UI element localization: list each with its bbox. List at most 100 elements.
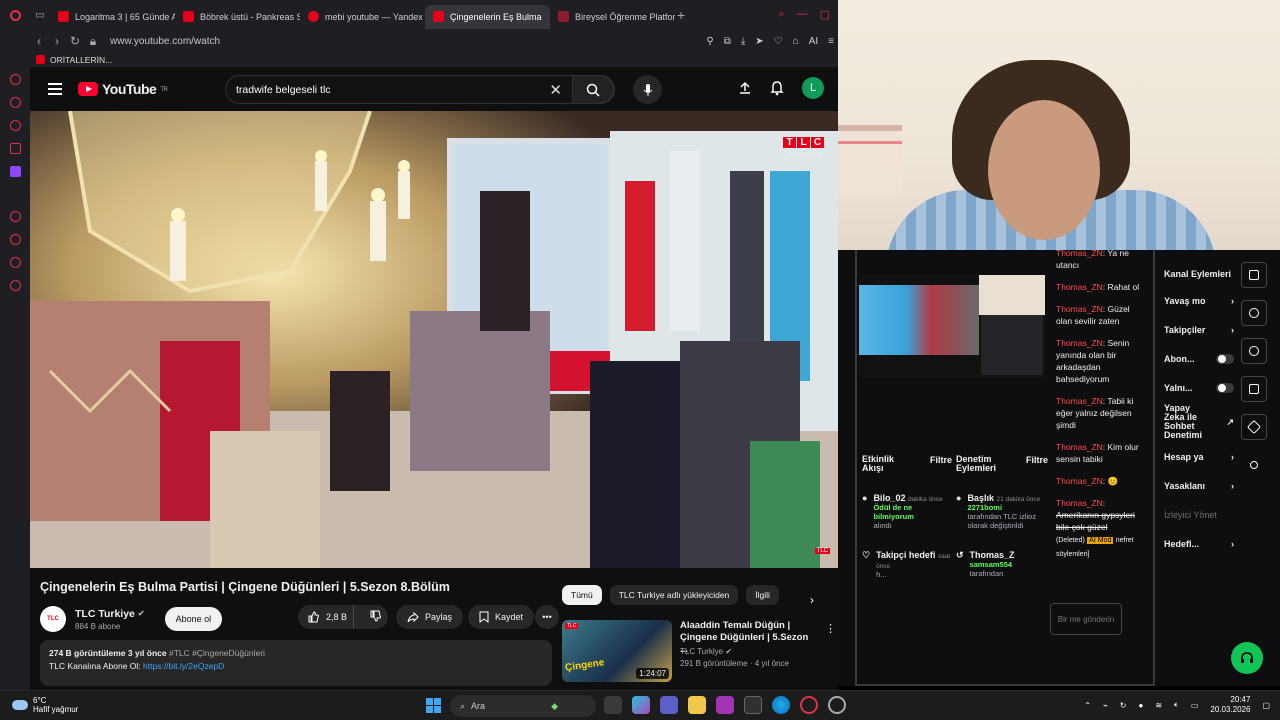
notification-icon[interactable]: ▢ bbox=[1262, 701, 1270, 710]
reload-icon[interactable]: ↻ bbox=[66, 34, 84, 48]
youtube-logo[interactable]: YouTube TR bbox=[78, 81, 168, 97]
related-video-channel[interactable]: TLC Turkiye ✔ bbox=[680, 647, 732, 656]
browser-tab-active[interactable]: Çingenelerin Eş Bulma bbox=[425, 4, 550, 29]
file-explorer-icon[interactable] bbox=[688, 696, 706, 714]
copilot-icon[interactable] bbox=[632, 696, 650, 714]
extensions-button[interactable] bbox=[1241, 452, 1267, 478]
related-video[interactable]: TLC Çingene 1:24:07 Alaaddin Temalı Düğü… bbox=[562, 620, 836, 682]
pin-icon[interactable]: ⚲ bbox=[706, 36, 713, 47]
banned-users-item[interactable]: Yasaklanı › bbox=[1164, 471, 1234, 500]
messenger-icon[interactable] bbox=[9, 97, 21, 108]
viewer-management-item[interactable]: İzleyici Yönet bbox=[1164, 500, 1234, 529]
stream-preview[interactable] bbox=[859, 275, 1045, 379]
more-actions-button[interactable]: ••• bbox=[535, 605, 559, 629]
send-icon[interactable]: ➤ bbox=[755, 36, 763, 47]
search-tabs-icon[interactable]: ⌕ bbox=[778, 8, 784, 21]
maximize-icon[interactable]: ▢ bbox=[820, 8, 830, 21]
chevron-right-icon[interactable]: › bbox=[810, 593, 814, 607]
search-input[interactable]: tradwife belgeseli tlc ✕ bbox=[225, 75, 615, 104]
teams-icon[interactable] bbox=[660, 696, 678, 714]
menu-icon[interactable]: ≡ bbox=[828, 36, 834, 47]
tab-list-icon[interactable]: ▭ bbox=[30, 10, 50, 21]
ai-moderation-item[interactable]: Yapay Zeka ile Sohbet Denetimi ↗ bbox=[1164, 402, 1234, 442]
chat-message[interactable]: Thomas_ZN: Rahat ol bbox=[1056, 281, 1148, 293]
minimize-icon[interactable]: — bbox=[797, 8, 808, 21]
windows-start-icon[interactable] bbox=[426, 698, 441, 713]
broadcast-button[interactable] bbox=[1241, 338, 1267, 364]
forward-icon[interactable]: › bbox=[48, 34, 66, 48]
channel-name[interactable]: TLC Turkiye ✔ bbox=[75, 608, 145, 620]
description-link[interactable]: https://bit.ly/2eQzepD bbox=[143, 661, 224, 671]
slow-mode-item[interactable]: Yavaş mo › bbox=[1164, 286, 1234, 315]
edge-icon[interactable] bbox=[772, 696, 790, 714]
channel-avatar[interactable]: TLC bbox=[40, 606, 66, 632]
url-field[interactable]: www.youtube.com/watch bbox=[110, 36, 220, 47]
goals-item[interactable]: Hedefl... › bbox=[1164, 529, 1234, 558]
bookmark-item[interactable]: ORİTALLERİN... bbox=[50, 55, 112, 65]
share-button[interactable]: Paylaş bbox=[396, 605, 464, 629]
emote-only-toggle[interactable] bbox=[1216, 382, 1234, 393]
upload-icon[interactable] bbox=[738, 81, 752, 95]
extensions-icon[interactable] bbox=[9, 257, 21, 268]
save-button[interactable]: Kaydet bbox=[468, 605, 535, 629]
video-player[interactable]: TLC TLCTV.COM.TR TLC bbox=[30, 111, 842, 568]
browser-tab[interactable]: Logaritma 3 | 65 Günde AYT bbox=[50, 5, 175, 29]
instagram-icon[interactable] bbox=[9, 143, 21, 154]
tools-button[interactable] bbox=[1241, 414, 1267, 440]
subscribe-button[interactable]: Abone ol bbox=[164, 607, 223, 631]
followers-only-item[interactable]: Takipçiler › bbox=[1164, 315, 1234, 344]
wallet-icon[interactable]: ⌂ bbox=[793, 36, 799, 47]
chat-message[interactable]: Thomas_ZN: Kim olur sensin tabiki bbox=[1056, 441, 1148, 465]
chat-message[interactable]: Thomas_ZN: Tabii ki eğer yalnız değilsen… bbox=[1056, 395, 1148, 431]
chat-button[interactable] bbox=[1241, 300, 1267, 326]
related-video-thumbnail[interactable]: TLC Çingene 1:24:07 bbox=[562, 620, 672, 682]
kebab-menu-icon[interactable]: ⋮ bbox=[825, 622, 836, 635]
account-avatar[interactable]: L bbox=[802, 77, 824, 99]
chip-all[interactable]: Tümü bbox=[562, 585, 602, 605]
account-age-item[interactable]: Hesap ya › bbox=[1164, 442, 1234, 471]
sync-icon[interactable]: ↻ bbox=[1120, 701, 1127, 710]
opera-icon[interactable] bbox=[800, 696, 818, 714]
browser-tab[interactable]: mebi youtube — Yandex bbox=[300, 5, 425, 29]
aria-ai-button[interactable]: AI bbox=[809, 36, 818, 47]
dislike-button[interactable] bbox=[360, 610, 382, 624]
opera-gx-icon[interactable] bbox=[828, 696, 846, 714]
like-button[interactable]: 2,8 B bbox=[298, 605, 354, 629]
settings-icon[interactable] bbox=[9, 280, 21, 291]
snapshot-icon[interactable]: ⧉ bbox=[724, 36, 731, 47]
hamburger-menu-icon[interactable] bbox=[48, 83, 62, 95]
stream-settings-button[interactable] bbox=[1241, 376, 1267, 402]
download-icon[interactable]: ⤓ bbox=[741, 36, 745, 47]
network-icon[interactable]: ⌁ bbox=[1103, 701, 1108, 710]
description-box[interactable]: 274 B görüntüleme 3 yıl önce #TLC #Çinge… bbox=[40, 640, 552, 686]
modlog-filter-button[interactable]: Filtre bbox=[1026, 455, 1048, 465]
aria-icon[interactable] bbox=[9, 74, 21, 85]
opera-logo-icon[interactable] bbox=[0, 9, 30, 21]
back-icon[interactable]: ‹ bbox=[30, 34, 48, 48]
activity-filter-button[interactable]: Filtre bbox=[930, 455, 952, 465]
paint-icon[interactable] bbox=[716, 696, 734, 714]
emote-only-item[interactable]: Yalnı... bbox=[1164, 373, 1234, 402]
chip-related[interactable]: İlgili bbox=[746, 585, 779, 605]
clock[interactable]: 20:47 20.03.2026 bbox=[1210, 695, 1250, 715]
new-tab-icon[interactable]: + bbox=[677, 7, 685, 23]
weather-widget[interactable]: 6°C Hafif yağmur bbox=[12, 696, 78, 714]
task-view-icon[interactable] bbox=[604, 696, 622, 714]
heart-icon[interactable]: ♡ bbox=[774, 36, 783, 47]
chat-message[interactable]: Thomas_ZN: Güzel olan sevilir zaten bbox=[1056, 303, 1148, 327]
chip-from-uploader[interactable]: TLC Turkiye adlı yükleyiciden bbox=[609, 585, 739, 605]
activity-event[interactable]: ♡ Takipçi hedefi saat önce h... bbox=[862, 550, 952, 579]
wifi-icon[interactable]: ≋ bbox=[1155, 701, 1162, 710]
notifications-bell-icon[interactable] bbox=[770, 80, 784, 96]
chat-message[interactable]: Thomas_ZN: Ya ne utancı bbox=[1056, 247, 1148, 271]
clear-search-icon[interactable]: ✕ bbox=[549, 81, 562, 99]
modlog-event[interactable]: ↺ Thomas_Z samsam554 tarafından bbox=[956, 550, 1048, 578]
activity-event[interactable]: ● Bilo_02 dakika önce Ödül de ne bilmiyor… bbox=[862, 493, 952, 530]
chat-message-deleted[interactable]: Thomas_ZN: Amerikanın gypsyleri bile çok … bbox=[1056, 497, 1148, 561]
search-button[interactable] bbox=[572, 75, 614, 104]
history-icon[interactable] bbox=[9, 234, 21, 245]
browser-tab[interactable]: Bireysel Öğrenme Platform bbox=[550, 5, 675, 29]
player-icon[interactable] bbox=[9, 211, 21, 222]
notes-button[interactable] bbox=[1241, 262, 1267, 288]
whatsapp-icon[interactable] bbox=[9, 120, 21, 131]
